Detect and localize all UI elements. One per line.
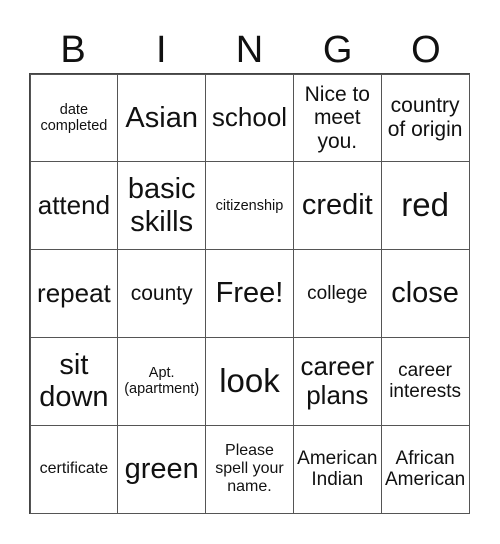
bingo-cell[interactable]: date completed	[29, 73, 119, 163]
bingo-header: B I N G O	[29, 28, 470, 72]
bingo-cell[interactable]: college	[292, 249, 382, 338]
bingo-cell[interactable]: Please spell your name.	[205, 424, 294, 514]
bingo-cell[interactable]: county	[117, 249, 207, 338]
bingo-cell[interactable]: attend	[29, 161, 119, 251]
header-letter-i: I	[156, 29, 167, 71]
bingo-cell[interactable]: Nice to meet you.	[292, 73, 382, 163]
bingo-cell[interactable]: career plans	[292, 336, 382, 426]
bingo-cell[interactable]: green	[117, 424, 207, 514]
bingo-cell[interactable]: red	[380, 161, 470, 251]
header-letter-o: O	[411, 29, 441, 71]
bingo-cell[interactable]: close	[380, 249, 470, 338]
bingo-cell[interactable]: basic skills	[117, 161, 207, 251]
bingo-cell[interactable]: school	[205, 73, 294, 163]
bingo-cell[interactable]: certificate	[29, 424, 119, 514]
bingo-cell[interactable]: Asian	[117, 73, 207, 163]
free-space-cell[interactable]: Free!	[205, 249, 294, 338]
header-letter-b: B	[60, 29, 86, 71]
header-letter-g: G	[322, 29, 353, 71]
bingo-cell[interactable]: citizenship	[205, 161, 294, 251]
bingo-cell[interactable]: sit down	[29, 336, 119, 426]
bingo-cell[interactable]: repeat	[29, 249, 119, 338]
bingo-cell[interactable]: American Indian	[292, 424, 382, 514]
bingo-cell[interactable]: Apt. (apartment)	[117, 336, 207, 426]
bingo-cell[interactable]: country of origin	[380, 73, 470, 163]
bingo-cell[interactable]: African American	[380, 424, 470, 514]
bingo-cell[interactable]: credit	[292, 161, 382, 251]
header-letter-n: N	[235, 29, 264, 71]
bingo-cell[interactable]: look	[205, 336, 294, 426]
bingo-cell[interactable]: career interests	[380, 336, 470, 426]
bingo-grid: date completed Asian school Nice to meet…	[29, 73, 470, 514]
